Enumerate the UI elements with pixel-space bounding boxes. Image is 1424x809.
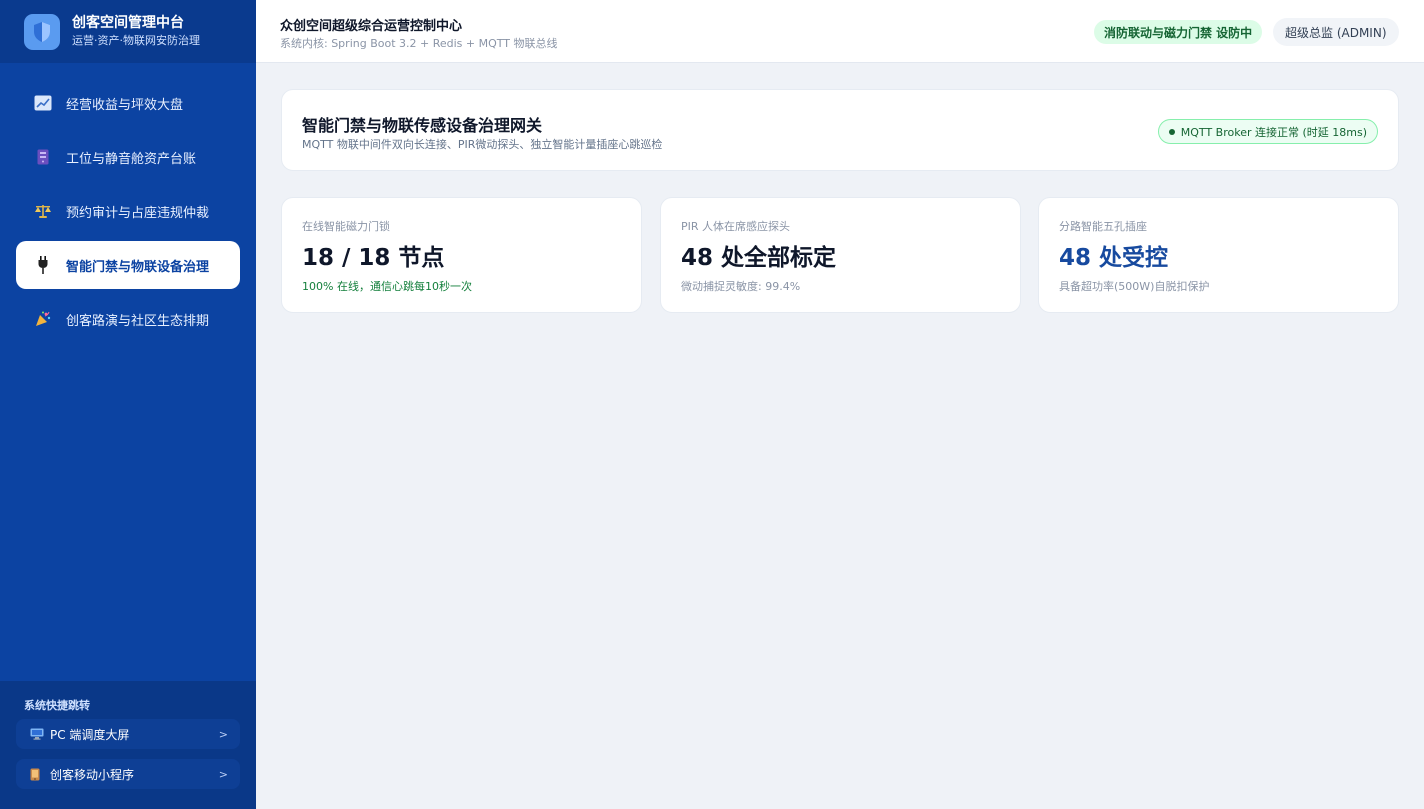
sidebar-item-label: 创客路演与社区生态排期 <box>66 313 210 329</box>
sidebar: 创客空间管理中台 运营·资产·物联网安防治理 经营收益与坪效大盘 工位与静音舱资… <box>0 0 256 809</box>
page-title: 众创空间超级综合运营控制中心 <box>280 19 463 34</box>
stat-card-pir-sensors: PIR 人体在席感应探头 48 处全部标定 微动捕捉灵敏度: 99.4% <box>660 197 1021 313</box>
quick-link-label: PC 端调度大屏 <box>50 727 130 742</box>
chevron-right-icon: > <box>218 727 228 741</box>
stat-note: 100% 在线，通信心跳每10秒一次 <box>302 280 472 293</box>
sidebar-item-community[interactable]: 创客路演与社区生态排期 <box>16 295 240 343</box>
sidebar-item-label: 预约审计与占座违规仲裁 <box>66 205 210 221</box>
sidebar-item-label: 智能门禁与物联设备治理 <box>66 259 210 275</box>
top-header: 众创空间超级综合运营控制中心 系统内核: Spring Boot 3.2 + R… <box>256 0 1424 63</box>
desktop-icon <box>30 728 44 740</box>
status-badge: 消防联动与磁力门禁 设防中 <box>1094 20 1263 44</box>
user-menu[interactable]: 超级总监 (ADMIN) <box>1273 18 1399 46</box>
brand: 创客空间管理中台 运营·资产·物联网安防治理 <box>0 0 256 63</box>
stat-label: 在线智能磁力门锁 <box>302 220 390 233</box>
quick-link-label: 创客移动小程序 <box>50 767 135 782</box>
stat-note: 微动捕捉灵敏度: 99.4% <box>681 280 801 293</box>
quick-link-pc-dashboard[interactable]: PC 端调度大屏 > <box>16 719 240 749</box>
scales-icon <box>34 202 52 220</box>
panel-subtitle: MQTT 物联中间件双向长连接、PIR微动探头、独立智能计量插座心跳巡检 <box>302 138 663 151</box>
booth-icon <box>34 148 52 166</box>
status-dot-icon <box>1168 128 1175 135</box>
stat-value: 18 / 18 节点 <box>302 245 445 271</box>
sidebar-item-audit[interactable]: 预约审计与占座违规仲裁 <box>16 187 240 235</box>
party-popper-icon <box>34 310 52 328</box>
plug-icon <box>34 256 52 274</box>
stat-value: 48 处受控 <box>1059 245 1169 271</box>
mqtt-status-text: MQTT Broker 连接正常 (时延 18ms) <box>1180 125 1367 139</box>
sidebar-item-label: 经营收益与坪效大盘 <box>66 97 184 113</box>
sidebar-item-assets[interactable]: 工位与静音舱资产台账 <box>16 133 240 181</box>
gateway-panel: 智能门禁与物联传感设备治理网关 MQTT 物联中间件双向长连接、PIR微动探头、… <box>281 89 1399 171</box>
stat-note: 具备超功率(500W)自脱扣保护 <box>1059 280 1210 293</box>
mqtt-status-badge: MQTT Broker 连接正常 (时延 18ms) <box>1157 119 1378 144</box>
sidebar-item-revenue[interactable]: 经营收益与坪效大盘 <box>16 79 240 127</box>
brand-subtitle: 运营·资产·物联网安防治理 <box>72 34 200 47</box>
mobile-icon <box>30 768 44 781</box>
quick-link-mobile-app[interactable]: 创客移动小程序 > <box>16 759 240 789</box>
stat-label: PIR 人体在席感应探头 <box>681 220 791 233</box>
trend-chart-icon <box>34 94 52 112</box>
sidebar-nav: 经营收益与坪效大盘 工位与静音舱资产台账 预约审计与占座违规仲裁 智能门禁与物联… <box>0 63 256 343</box>
quick-links: 系统快捷跳转 PC 端调度大屏 > 创客移动小程序 > <box>0 681 256 809</box>
stat-label: 分路智能五孔插座 <box>1059 220 1147 233</box>
stat-value: 48 处全部标定 <box>681 245 837 271</box>
sidebar-item-iot[interactable]: 智能门禁与物联设备治理 <box>16 241 240 289</box>
stat-card-door-locks: 在线智能磁力门锁 18 / 18 节点 100% 在线，通信心跳每10秒一次 <box>281 197 642 313</box>
sidebar-item-label: 工位与静音舱资产台账 <box>66 151 197 167</box>
quick-links-title: 系统快捷跳转 <box>24 699 90 712</box>
panel-title: 智能门禁与物联传感设备治理网关 <box>302 116 543 135</box>
shield-icon <box>24 13 60 50</box>
chevron-right-icon: > <box>218 767 228 781</box>
brand-title: 创客空间管理中台 <box>72 15 184 31</box>
page-subtitle: 系统内核: Spring Boot 3.2 + Redis + MQTT 物联总… <box>280 37 558 50</box>
stat-card-smart-sockets: 分路智能五孔插座 48 处受控 具备超功率(500W)自脱扣保护 <box>1038 197 1399 313</box>
